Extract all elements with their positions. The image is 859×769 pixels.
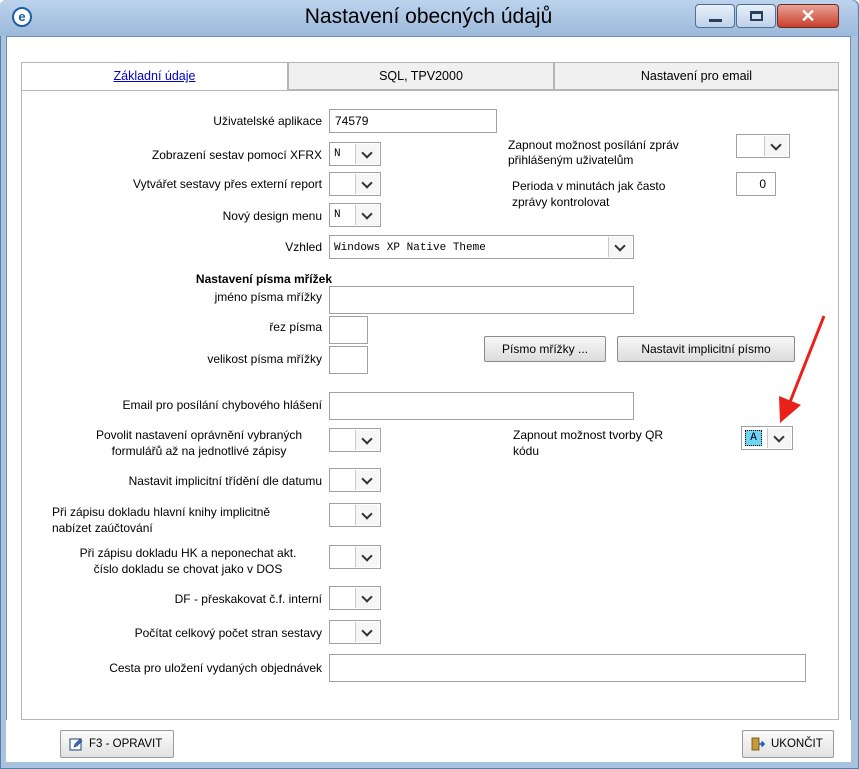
- chevron-down-icon: [770, 139, 782, 151]
- maximize-button[interactable]: [736, 4, 776, 28]
- ledger-label-line2: nabízet zaúčtování: [52, 521, 153, 535]
- combo-value: Windows XP Native Theme: [334, 242, 486, 254]
- messages-label-line2: přihlášeným uživatelům: [508, 153, 634, 167]
- dropdown-button[interactable]: [355, 144, 379, 164]
- dropdown-button[interactable]: [355, 505, 379, 525]
- period-label-line2: zprávy kontrolovat: [512, 195, 610, 209]
- close-button[interactable]: ✕: [777, 4, 839, 28]
- orders-path-input[interactable]: [329, 654, 806, 682]
- permissions-label-line2: formulářů až na jednotlivé zápisy: [111, 444, 287, 458]
- df-combo[interactable]: [329, 586, 381, 610]
- new-menu-label: Nový design menu: [222, 209, 322, 223]
- chevron-down-icon: [361, 550, 373, 562]
- external-report-combo[interactable]: [329, 172, 381, 196]
- qr-label-line1: Zapnout možnost tvorby QR: [513, 428, 664, 442]
- error-email-input[interactable]: [329, 392, 634, 420]
- messages-label-line1: Zapnout možnost posílání zpráv: [508, 138, 679, 152]
- font-style-label: řez písma: [269, 320, 322, 334]
- chevron-down-icon: [361, 508, 373, 520]
- tab-label: Nastavení pro email: [640, 69, 753, 83]
- dropdown-button[interactable]: [355, 622, 379, 642]
- chevron-down-icon: [773, 431, 785, 443]
- default-font-button[interactable]: Nastavit implicitní písmo: [617, 336, 795, 362]
- external-report-label: Vytvářet sestavy přes externí report: [133, 177, 322, 191]
- hk-label-line2: číslo dokladu se chovat jako v DOS: [93, 562, 283, 576]
- close-icon: ✕: [800, 6, 816, 26]
- hk-label-line1: Při zápisu dokladu HK a neponechat akt.: [79, 546, 297, 560]
- tab-zakladni-udaje[interactable]: Základní údaje: [21, 62, 288, 92]
- annotation-arrow-icon: [779, 315, 826, 423]
- grid-font-heading: Nastavení písma mřížek: [195, 272, 332, 286]
- chevron-down-icon: [361, 591, 373, 603]
- edit-icon: [69, 738, 83, 751]
- edit-button[interactable]: F3 - OPRAVIT: [60, 730, 174, 758]
- orders-path-label: Cesta pro uložení vydaných objednávek: [109, 661, 322, 675]
- combo-value: N: [334, 209, 341, 221]
- period-label-line1: Perioda v minutách jak často: [512, 179, 666, 193]
- tab-sql-tpv2000[interactable]: SQL, TPV2000: [288, 62, 554, 90]
- ledger-combo[interactable]: [329, 503, 381, 527]
- dropdown-button[interactable]: [608, 237, 632, 257]
- combo-value: N: [334, 148, 341, 160]
- xfrx-combo[interactable]: N: [329, 142, 381, 166]
- user-apps-label: Uživatelské aplikace: [213, 114, 322, 128]
- grid-font-size-input[interactable]: [329, 346, 368, 374]
- df-label: DF - přeskakovat č.f. interní: [174, 592, 322, 606]
- dropdown-button[interactable]: [355, 430, 379, 450]
- font-style-input[interactable]: [329, 316, 368, 344]
- ledger-label-line1: Při zápisu dokladu hlavní knihy implicit…: [52, 505, 271, 519]
- date-sort-combo[interactable]: [329, 468, 381, 492]
- tab-email-settings[interactable]: Nastavení pro email: [554, 62, 839, 90]
- maximize-icon: [750, 11, 763, 21]
- exit-button-label: UKONČIT: [771, 738, 823, 750]
- dropdown-button[interactable]: [355, 174, 379, 194]
- grid-font-size-label: velikost písma mřížky: [207, 352, 322, 366]
- minimize-icon: [709, 19, 722, 22]
- edit-button-label: F3 - OPRAVIT: [89, 738, 163, 750]
- page-count-combo[interactable]: [329, 620, 381, 644]
- chevron-down-icon: [361, 625, 373, 637]
- permissions-label-line1: Povolit nastavení oprávnění vybraných: [95, 428, 303, 442]
- grid-font-name-label: jméno písma mřížky: [214, 290, 322, 304]
- page-count-label: Počítat celkový počet stran sestavy: [134, 626, 322, 640]
- exit-button[interactable]: UKONČIT: [742, 730, 834, 758]
- minimize-button[interactable]: [695, 4, 735, 28]
- dropdown-button[interactable]: [355, 588, 379, 608]
- chevron-down-icon: [361, 177, 373, 189]
- chevron-down-icon: [361, 208, 373, 220]
- chevron-down-icon: [614, 240, 626, 252]
- chevron-down-icon: [361, 433, 373, 445]
- title-bar[interactable]: e Nastavení obecných údajů ✕: [0, 0, 857, 36]
- hk-combo[interactable]: [329, 545, 381, 569]
- exit-door-icon: [751, 737, 765, 751]
- xfrx-label: Zobrazení sestav pomocí XFRX: [151, 148, 322, 162]
- error-email-label: Email pro posílání chybového hlášení: [122, 398, 322, 412]
- dropdown-button[interactable]: [764, 136, 788, 156]
- chevron-down-icon: [361, 147, 373, 159]
- qr-label-line2: kódu: [513, 444, 540, 458]
- chevron-down-icon: [361, 473, 373, 485]
- date-sort-label: Nastavit implicitní třídění dle datumu: [128, 474, 322, 488]
- theme-combo[interactable]: Windows XP Native Theme: [329, 235, 634, 259]
- permissions-combo[interactable]: [329, 428, 381, 452]
- tab-label: SQL, TPV2000: [379, 69, 463, 83]
- user-apps-input[interactable]: 74579: [329, 109, 497, 133]
- grid-font-button[interactable]: Písmo mřížky ...: [484, 336, 606, 362]
- tab-label: Základní údaje: [113, 69, 196, 83]
- dropdown-button[interactable]: [355, 205, 379, 225]
- period-input[interactable]: 0: [736, 172, 776, 196]
- messages-combo[interactable]: [736, 134, 790, 158]
- qr-selected-value: A: [745, 430, 762, 446]
- theme-label: Vzhled: [285, 240, 322, 254]
- new-menu-combo[interactable]: N: [329, 203, 381, 227]
- grid-font-name-input[interactable]: [329, 286, 634, 314]
- dropdown-button[interactable]: [355, 547, 379, 567]
- dropdown-button[interactable]: [767, 428, 791, 448]
- dropdown-button[interactable]: [355, 470, 379, 490]
